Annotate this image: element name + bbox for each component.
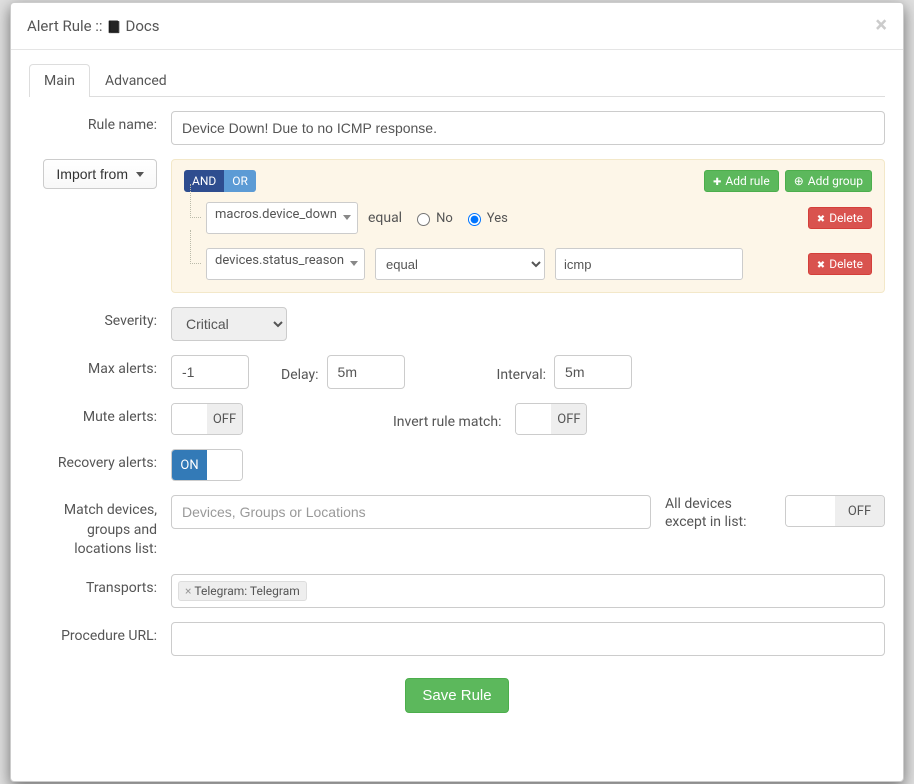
label-delay: Delay: <box>281 361 319 383</box>
close-icon[interactable]: × <box>875 15 887 37</box>
tabs: Main Advanced <box>29 64 885 97</box>
rule2-value-input[interactable] <box>555 248 743 280</box>
close-icon <box>817 211 825 225</box>
plus-circle-icon <box>794 174 804 188</box>
rule1-yes-radio[interactable]: Yes <box>463 210 508 226</box>
rule-builder: AND OR Add rule Add group <box>171 159 885 293</box>
modal-header: Alert Rule :: Docs × <box>11 3 903 50</box>
label-procedure-url: Procedure URL: <box>29 622 171 644</box>
modal-title: Alert Rule :: Docs <box>27 17 160 35</box>
severity-select[interactable]: Critical <box>171 307 287 341</box>
rule-row-2: devices.status_reason equal Delete <box>184 248 872 280</box>
add-group-button[interactable]: Add group <box>785 170 872 192</box>
label-mute-alerts: Mute alerts: <box>29 403 171 425</box>
label-transports: Transports: <box>29 574 171 596</box>
tab-main[interactable]: Main <box>29 64 90 97</box>
docs-link[interactable]: Docs <box>126 17 160 35</box>
match-list-input[interactable] <box>171 495 651 529</box>
rule1-operator: equal <box>368 210 402 226</box>
chevron-down-icon <box>136 172 144 177</box>
import-from-button[interactable]: Import from <box>43 159 157 189</box>
chevron-down-icon <box>343 215 351 220</box>
label-recovery: Recovery alerts: <box>29 449 171 471</box>
title-prefix: Alert Rule :: <box>27 17 103 35</box>
chevron-down-icon <box>350 261 358 266</box>
label-max-alerts: Max alerts: <box>29 355 171 377</box>
label-severity: Severity: <box>29 307 171 329</box>
rule2-field-select[interactable]: devices.status_reason <box>206 248 365 280</box>
interval-input[interactable] <box>554 355 632 389</box>
alert-rule-modal: Alert Rule :: Docs × Main Advanced Rule … <box>10 2 904 782</box>
except-toggle[interactable]: OFF <box>785 495 885 527</box>
plus-icon <box>713 174 721 188</box>
mute-alerts-toggle[interactable]: OFF <box>171 403 243 435</box>
import-from-label: Import from <box>56 166 128 182</box>
rule1-no-radio[interactable]: No <box>412 210 453 226</box>
rule2-operator-select[interactable]: equal <box>375 248 545 280</box>
delay-input[interactable] <box>327 355 405 389</box>
rule1-delete-button[interactable]: Delete <box>808 207 872 229</box>
rule2-delete-button[interactable]: Delete <box>808 253 872 275</box>
add-rule-button[interactable]: Add rule <box>704 170 779 192</box>
transports-input[interactable]: × Telegram: Telegram <box>171 574 885 608</box>
rule-row-1: macros.device_down equal No Yes <box>184 202 872 234</box>
close-icon[interactable]: × <box>185 584 191 598</box>
label-match-list: Match devices, groups and locations list… <box>29 495 171 560</box>
label-rule-name: Rule name: <box>29 111 171 133</box>
transport-tag: × Telegram: Telegram <box>178 581 307 601</box>
save-rule-button[interactable]: Save Rule <box>405 678 508 713</box>
label-except: All devices except in list: <box>665 495 775 531</box>
or-button[interactable]: OR <box>224 170 256 192</box>
close-icon <box>817 257 825 271</box>
recovery-toggle[interactable]: ON <box>171 449 243 481</box>
rule1-field-select[interactable]: macros.device_down <box>206 202 358 234</box>
label-invert: Invert rule match: <box>393 408 501 430</box>
label-interval: Interval: <box>497 361 547 383</box>
max-alerts-input[interactable] <box>171 355 249 389</box>
invert-toggle[interactable]: OFF <box>515 403 587 435</box>
modal-body: Main Advanced Rule name: Import from <box>11 50 903 781</box>
book-icon <box>107 17 122 35</box>
tab-advanced[interactable]: Advanced <box>90 64 182 97</box>
procedure-url-input[interactable] <box>171 622 885 656</box>
rule-name-input[interactable] <box>171 111 885 145</box>
